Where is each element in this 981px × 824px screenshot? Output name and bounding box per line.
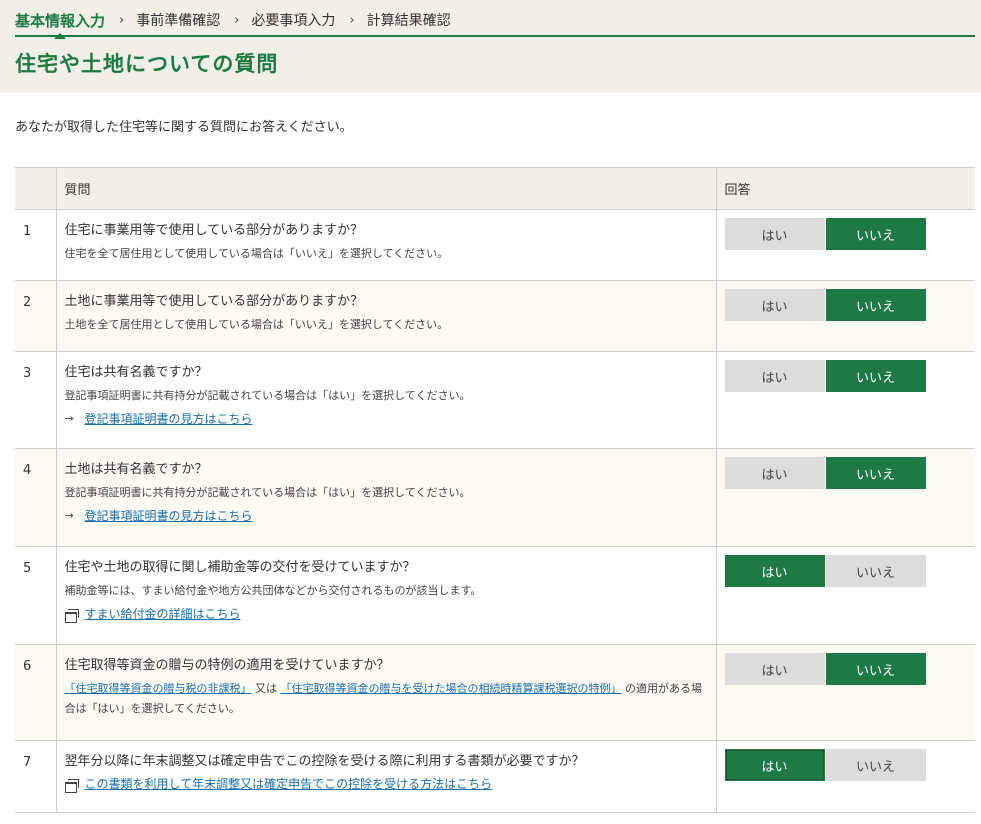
chevron-right-icon: › bbox=[119, 12, 125, 28]
yes-button[interactable]: はい bbox=[724, 555, 825, 587]
table-header-row: 質問 回答 bbox=[15, 167, 975, 210]
question-number: 7 bbox=[15, 740, 56, 813]
answer-cell: はい いいえ bbox=[715, 209, 975, 281]
question-cell: 翌年分以降に年末調整又は確定申告でこの控除を受ける際に利用する書類が必要ですか？… bbox=[55, 740, 716, 813]
no-button[interactable]: いいえ bbox=[825, 457, 926, 489]
question-cell: 住宅取得等資金の贈与の特例の適用を受けていますか？ 「住宅取得等資金の贈与税の非… bbox=[55, 644, 716, 741]
table-row: 1 住宅に事業用等で使用している部分がありますか？ 住宅を全て居住用として使用し… bbox=[15, 209, 975, 281]
step-basic-info: 基本情報入力 bbox=[15, 11, 106, 39]
question-text: 土地に事業用等で使用している部分がありますか？ bbox=[64, 294, 364, 309]
table-row: 4 土地は共有名義ですか？ 登記事項証明書に共有持分が記載されている場合は「はい… bbox=[15, 448, 975, 547]
question-number: 1 bbox=[15, 209, 56, 281]
no-button[interactable]: いいえ bbox=[825, 218, 926, 250]
question-cell: 住宅は共有名義ですか？ 登記事項証明書に共有持分が記載されている場合は「はい」を… bbox=[55, 351, 716, 449]
yes-no-toggle: はい いいえ bbox=[724, 360, 926, 392]
registration-certificate-guide-link[interactable]: 登記事項証明書の見方はこちら bbox=[85, 507, 253, 525]
question-table: 質問 回答 1 住宅に事業用等で使用している部分がありますか？ 住宅を全て居住用… bbox=[15, 167, 975, 813]
question-note: 土地を全て居住用として使用している場合は「いいえ」を選択してください。 bbox=[64, 318, 449, 331]
no-button[interactable]: いいえ bbox=[825, 749, 926, 781]
step-progress: 基本情報入力 › 事前準備確認 › 必要事項入力 › 計算結果確認 bbox=[15, 5, 975, 39]
answer-cell: はい いいえ bbox=[715, 644, 975, 741]
table-row: 5 住宅や土地の取得に関し補助金等の交付を受けていますか？ 補助金等には、すまい… bbox=[15, 546, 975, 645]
step-input: 必要事項入力 bbox=[251, 13, 336, 29]
answer-cell: はい いいえ bbox=[715, 280, 975, 352]
question-number: 2 bbox=[15, 280, 56, 352]
no-button[interactable]: いいえ bbox=[825, 289, 926, 321]
yes-button[interactable]: はい bbox=[724, 653, 825, 685]
answer-cell: はい いいえ bbox=[715, 740, 975, 813]
question-cell: 土地は共有名義ですか？ 登記事項証明書に共有持分が記載されている場合は「はい」を… bbox=[55, 448, 716, 547]
step-preparation: 事前準備確認 bbox=[136, 13, 221, 29]
question-text: 土地は共有名義ですか？ bbox=[64, 462, 208, 477]
chevron-right-icon: › bbox=[349, 12, 355, 28]
registration-certificate-guide-link[interactable]: 登記事項証明書の見方はこちら bbox=[85, 410, 253, 428]
answer-column-header: 回答 bbox=[715, 167, 975, 210]
year-end-adjustment-method-link[interactable]: この書類を利用して年末調整又は確定申告でこの控除を受ける方法はこちら bbox=[85, 775, 493, 793]
yes-button[interactable]: はい bbox=[724, 749, 825, 781]
answer-cell: はい いいえ bbox=[715, 351, 975, 449]
question-text: 住宅に事業用等で使用している部分がありますか？ bbox=[64, 223, 364, 238]
table-row: 6 住宅取得等資金の贈与の特例の適用を受けていますか？ 「住宅取得等資金の贈与税… bbox=[15, 644, 975, 741]
question-note: 登記事項証明書に共有持分が記載されている場合は「はい」を選択してください。 bbox=[64, 389, 471, 402]
step-result: 計算結果確認 bbox=[366, 13, 451, 29]
yes-button[interactable]: はい bbox=[724, 218, 825, 250]
table-row: 3 住宅は共有名義ですか？ 登記事項証明書に共有持分が記載されている場合は「はい… bbox=[15, 351, 975, 449]
yes-button[interactable]: はい bbox=[724, 360, 825, 392]
settlement-taxation-special-link[interactable]: 「住宅取得等資金の贈与を受けた場合の相続時精算課税選択の特例」 bbox=[281, 682, 622, 695]
chevron-right-icon: › bbox=[234, 12, 240, 28]
question-number: 5 bbox=[15, 546, 56, 645]
sumai-kyufukin-detail-link[interactable]: すまい給付金の詳細はこちら bbox=[85, 605, 241, 623]
question-number: 4 bbox=[15, 448, 56, 547]
no-button[interactable]: いいえ bbox=[825, 555, 926, 587]
note-conjunction: 又は bbox=[255, 682, 277, 695]
arrow-right-icon: → bbox=[64, 509, 74, 522]
intro-text: あなたが取得した住宅等に関する質問にお答えください。 bbox=[15, 120, 353, 135]
arrow-right-icon: → bbox=[64, 412, 74, 425]
answer-cell: はい いいえ bbox=[715, 546, 975, 645]
yes-no-toggle: はい いいえ bbox=[724, 289, 926, 321]
answer-cell: はい いいえ bbox=[715, 448, 975, 547]
yes-no-toggle: はい いいえ bbox=[724, 218, 926, 250]
question-cell: 土地に事業用等で使用している部分がありますか？ 土地を全て居住用として使用してい… bbox=[55, 280, 716, 352]
gift-tax-exemption-link[interactable]: 「住宅取得等資金の贈与税の非課税」 bbox=[65, 682, 252, 695]
question-column-header: 質問 bbox=[55, 167, 716, 210]
table-row: 2 土地に事業用等で使用している部分がありますか？ 土地を全て居住用として使用し… bbox=[15, 280, 975, 352]
yes-no-toggle: はい いいえ bbox=[724, 555, 926, 587]
question-text: 住宅は共有名義ですか？ bbox=[64, 365, 208, 380]
help-link-row: → 登記事項証明書の見方はこちら bbox=[65, 507, 708, 525]
no-button[interactable]: いいえ bbox=[825, 653, 926, 685]
help-link-row: すまい給付金の詳細はこちら bbox=[64, 605, 708, 623]
question-cell: 住宅や土地の取得に関し補助金等の交付を受けていますか？ 補助金等には、すまい給付… bbox=[55, 546, 716, 645]
question-note: 補助金等には、すまい給付金や地方公共団体などから交付されるものが該当します。 bbox=[64, 584, 482, 597]
question-text: 住宅取得等資金の贈与の特例の適用を受けていますか？ bbox=[64, 658, 390, 673]
page-title: 住宅や土地についての質問 bbox=[15, 52, 279, 76]
help-link-row: → 登記事項証明書の見方はこちら bbox=[65, 410, 708, 428]
question-note: 「住宅取得等資金の贈与税の非課税」 又は 「住宅取得等資金の贈与を受けた場合の相… bbox=[65, 679, 708, 719]
yes-button[interactable]: はい bbox=[724, 457, 825, 489]
question-note: 住宅を全て居住用として使用している場合は「いいえ」を選択してください。 bbox=[64, 247, 449, 260]
page-header: 基本情報入力 › 事前準備確認 › 必要事項入力 › 計算結果確認 住宅や土地に… bbox=[0, 0, 981, 93]
yes-no-toggle: はい いいえ bbox=[724, 457, 926, 489]
number-column-header bbox=[15, 167, 56, 210]
question-cell: 住宅に事業用等で使用している部分がありますか？ 住宅を全て居住用として使用してい… bbox=[55, 209, 716, 281]
yes-no-toggle: はい いいえ bbox=[724, 749, 926, 781]
yes-no-toggle: はい いいえ bbox=[724, 653, 926, 685]
question-number: 6 bbox=[15, 644, 56, 741]
table-row: 7 翌年分以降に年末調整又は確定申告でこの控除を受ける際に利用する書類が必要です… bbox=[15, 740, 975, 813]
question-note: 登記事項証明書に共有持分が記載されている場合は「はい」を選択してください。 bbox=[64, 486, 471, 499]
new-window-icon bbox=[64, 778, 79, 793]
new-window-icon bbox=[64, 608, 79, 623]
no-button[interactable]: いいえ bbox=[825, 360, 926, 392]
yes-button[interactable]: はい bbox=[724, 289, 825, 321]
help-link-row: この書類を利用して年末調整又は確定申告でこの控除を受ける方法はこちら bbox=[64, 775, 708, 793]
question-text: 住宅や土地の取得に関し補助金等の交付を受けていますか？ bbox=[64, 560, 416, 575]
question-number: 3 bbox=[15, 351, 56, 449]
question-text: 翌年分以降に年末調整又は確定申告でこの控除を受ける際に利用する書類が必要ですか？ bbox=[64, 754, 585, 769]
